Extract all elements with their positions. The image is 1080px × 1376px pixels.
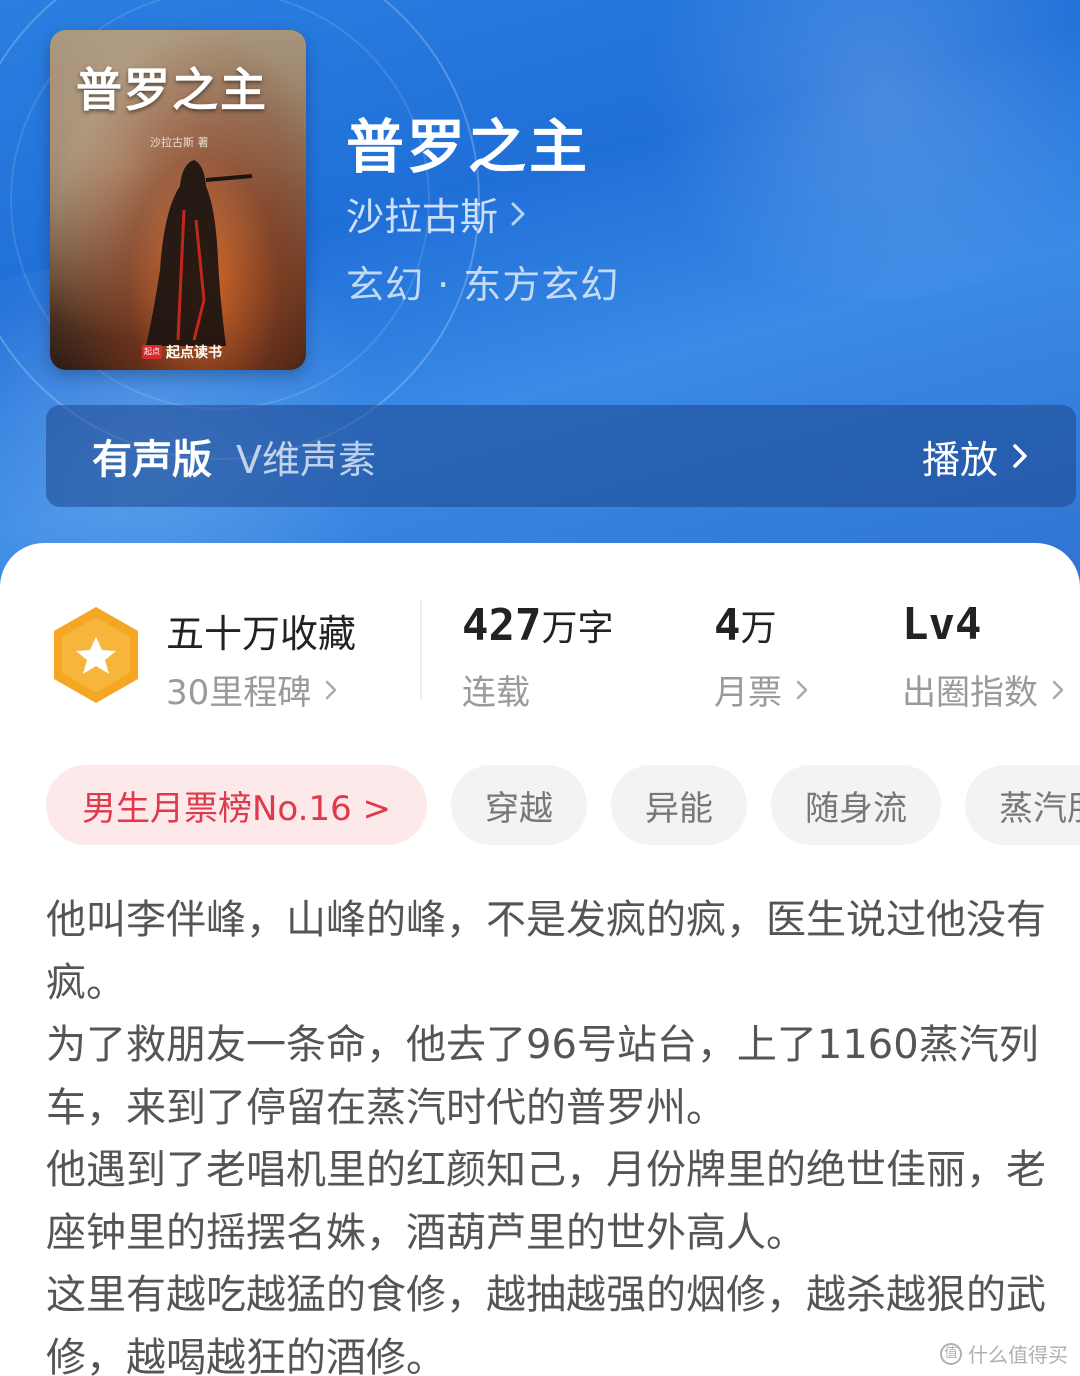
monthly-ticket-value: 4 (714, 600, 741, 651)
description-paragraph: 他遇到了老唱机里的红颜知己，月份牌里的绝世佳丽，老座钟里的摇摆名姝，酒葫芦里的世… (46, 1147, 1046, 1256)
milestone-label: 30里程碑 (166, 673, 312, 713)
monthly-ticket-count: 4万 (714, 599, 777, 651)
chevron-right-icon (1013, 444, 1027, 468)
play-button[interactable]: 播放 (922, 429, 1030, 484)
book-hero: 普罗之主 沙拉古斯 著 起点 起点读书 普罗之主 沙拉古斯 玄幻 · 东方玄幻 … (0, 0, 1080, 600)
chevron-right-icon (796, 680, 808, 699)
tag-item[interactable]: 穿越 (451, 765, 588, 845)
monthly-ticket-link[interactable]: 月票 (714, 665, 810, 714)
serial-status-label: 连载 (462, 673, 530, 713)
watermark-icon: 值 (940, 1342, 962, 1365)
chevron-right-icon (511, 202, 525, 225)
play-label: 播放 (921, 437, 998, 482)
word-count: 427万字 (462, 599, 614, 651)
stats-row: 五十万收藏 30里程碑 427万字 连载 4万 月票 Lv4 出圈指数 (0, 543, 1080, 743)
serial-status: 连载 (462, 665, 530, 714)
cloaked-figure-illustration (146, 160, 253, 346)
publisher-badge: 起点 (142, 345, 162, 359)
collection-title: 五十万收藏 (166, 612, 357, 656)
word-count-value: 427 (462, 600, 542, 651)
popularity-index: Lv4 (902, 599, 981, 650)
star-badge-icon (54, 607, 138, 703)
description-paragraph: 为了救朋友一条命，他去了96号站台，上了1160蒸汽列车，来到了停留在蒸汽时代的… (46, 1022, 1039, 1131)
decor-glow (620, 0, 1080, 300)
stats-divider (420, 599, 422, 699)
cover-publisher: 起点 起点读书 (142, 342, 222, 362)
audio-narrator: V维声素 (236, 437, 376, 482)
description-paragraph: 他叫李伴峰，山峰的峰，不是发疯的疯，医生说过他没有疯。 (46, 897, 1046, 1006)
popularity-index-link[interactable]: 出圈指数 (902, 665, 1066, 714)
popularity-index-value: Lv4 (902, 599, 982, 650)
book-genre: 玄幻 · 东方玄幻 (346, 263, 620, 307)
site-watermark: 值 什么值得买 (940, 1339, 1068, 1368)
book-cover[interactable]: 普罗之主 沙拉古斯 著 起点 起点读书 (50, 30, 306, 370)
book-detail-card: 五十万收藏 30里程碑 427万字 连载 4万 月票 Lv4 出圈指数 男生月票… (0, 543, 1080, 1376)
chevron-right-icon (1052, 680, 1064, 699)
book-description: 他叫李伴峰，山峰的峰，不是发疯的疯，医生说过他没有疯。 为了救朋友一条命，他去了… (46, 889, 1076, 1376)
cover-title: 普罗之主 (76, 63, 268, 117)
monthly-ticket-unit: 万 (740, 608, 777, 649)
popularity-index-label: 出圈指数 (902, 673, 1038, 713)
book-title: 普罗之主 (346, 113, 591, 181)
description-paragraph: 这里有越吃越猛的食修，越抽越强的烟修，越杀越狠的武修，越喝越狂的酒修。 (46, 1272, 1046, 1376)
audio-label: 有声版 (92, 437, 212, 483)
author-link[interactable]: 沙拉古斯 (346, 186, 528, 241)
cover-author: 沙拉古斯 著 (150, 136, 209, 149)
author-name: 沙拉古斯 (346, 195, 499, 239)
chevron-right-icon (326, 680, 337, 699)
watermark-text: 什么值得买 (968, 1343, 1068, 1367)
tag-item[interactable]: 蒸汽朋 (965, 765, 1080, 845)
tag-item[interactable]: 异能 (611, 765, 748, 845)
tag-rank[interactable]: 男生月票榜No.16 > (46, 765, 428, 845)
audio-version-bar[interactable]: 有声版 V维声素 播放 (46, 405, 1076, 507)
tag-item[interactable]: 随身流 (771, 765, 942, 845)
monthly-ticket-label: 月票 (714, 673, 782, 713)
publisher-name: 起点读书 (166, 345, 222, 361)
tag-list: 男生月票榜No.16 > 穿越 异能 随身流 蒸汽朋 (46, 765, 1080, 847)
word-count-unit: 万字 (541, 608, 614, 649)
milestone-link[interactable]: 30里程碑 (166, 665, 339, 714)
